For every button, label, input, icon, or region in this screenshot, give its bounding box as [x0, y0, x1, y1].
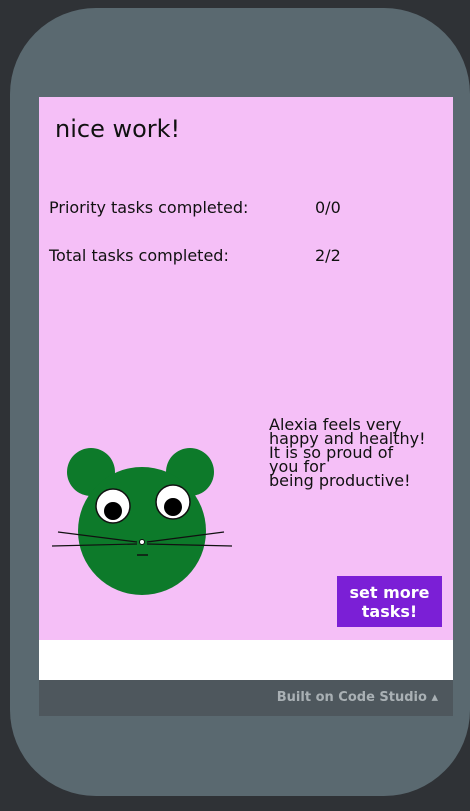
- footer-bar: Built on Code Studio ▴: [39, 680, 453, 716]
- pet-right-pupil: [164, 498, 182, 516]
- total-tasks-label: Total tasks completed:: [49, 246, 229, 265]
- priority-tasks-label: Priority tasks completed:: [49, 198, 249, 217]
- set-more-tasks-button[interactable]: set more tasks!: [337, 576, 442, 627]
- priority-tasks-value: 0/0: [315, 198, 341, 217]
- pet-head: [78, 467, 206, 595]
- page-title: nice work!: [55, 115, 181, 143]
- pet-nose: [139, 539, 145, 545]
- pet-message: Alexia feels very happy and healthy! It …: [269, 415, 426, 490]
- built-on-code-studio-link[interactable]: Built on Code Studio ▴: [277, 690, 438, 705]
- total-tasks-value: 2/2: [315, 246, 341, 265]
- pet-creature: [51, 448, 233, 595]
- pet-left-pupil: [104, 502, 122, 520]
- bottom-blank-area: [39, 640, 453, 680]
